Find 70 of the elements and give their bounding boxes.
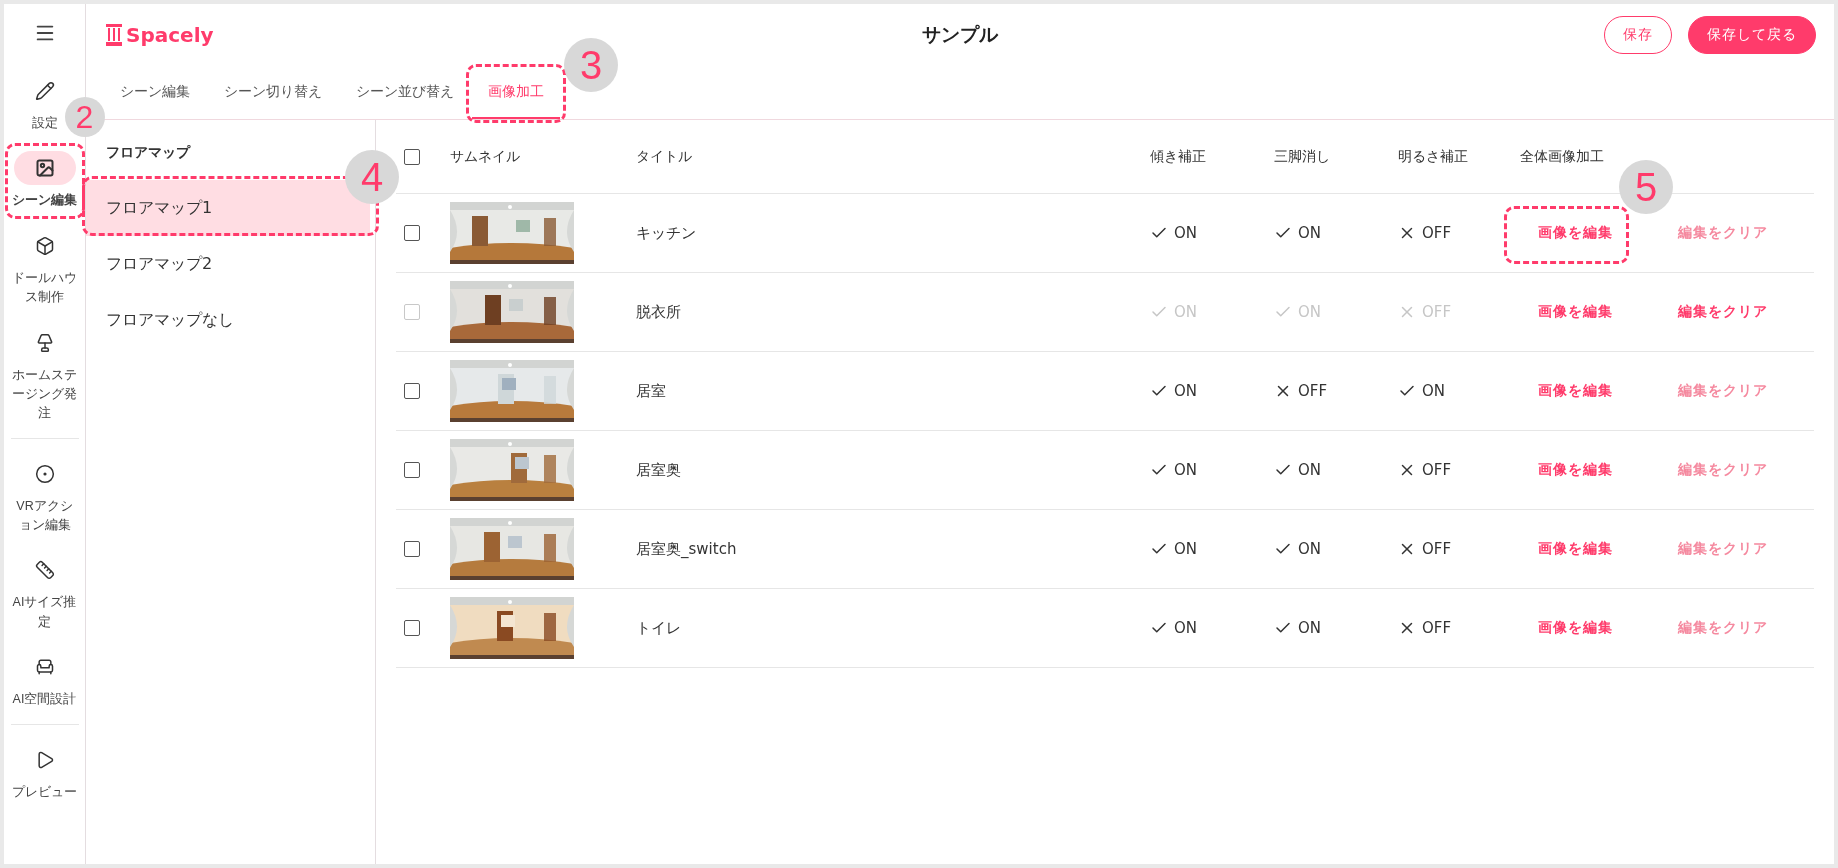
record-icon: [34, 463, 55, 484]
sidebar-item[interactable]: ドールハウス制作: [10, 224, 79, 312]
setting-value: OFF: [1422, 619, 1452, 637]
scene-title: 居室奥_switch: [635, 539, 738, 559]
checkbox[interactable]: [404, 620, 420, 636]
setting-value: ON: [1298, 540, 1322, 558]
setting-value: OFF: [1422, 224, 1452, 242]
edit-image-link[interactable]: 画像を編集: [1538, 378, 1613, 404]
setting-value: ON: [1174, 619, 1198, 637]
setting-value: ON: [1298, 461, 1322, 479]
setting-value: OFF: [1298, 382, 1328, 400]
setting-value: OFF: [1422, 303, 1452, 321]
setting-value: ON: [1174, 382, 1198, 400]
setting-value: ON: [1174, 540, 1198, 558]
setting-value: ON: [1298, 619, 1322, 637]
tab[interactable]: シーン並び替え: [340, 66, 470, 119]
tab[interactable]: シーン編集: [104, 66, 206, 119]
setting-value: ON: [1422, 382, 1446, 400]
column-header: 傾き補正: [1150, 147, 1207, 166]
sidebar-item[interactable]: AIサイズ推定: [10, 549, 79, 637]
setting-value: OFF: [1422, 461, 1452, 479]
column-header: 全体画像加工: [1520, 147, 1605, 166]
pencil-icon: [34, 81, 55, 101]
setting-value: ON: [1174, 224, 1198, 242]
checkbox[interactable]: [404, 462, 420, 478]
edit-image-link[interactable]: 画像を編集: [1538, 220, 1613, 246]
column-header: タイトル: [635, 147, 693, 166]
floor-map-item[interactable]: フロアマップ2: [86, 236, 370, 292]
setting-value: ON: [1174, 461, 1198, 479]
column-header: 明るさ補正: [1398, 147, 1469, 166]
column-header: 三脚消し: [1274, 147, 1331, 166]
column-header: サムネイル: [450, 147, 521, 166]
step-number: 5: [1619, 160, 1673, 214]
panel-heading: フロアマップ: [106, 144, 190, 162]
checkbox[interactable]: [404, 383, 420, 399]
setting-value: OFF: [1422, 540, 1452, 558]
scene-title: 脱衣所: [635, 302, 682, 322]
floor-map-item[interactable]: フロアマップなし: [86, 292, 370, 348]
setting-value: ON: [1298, 224, 1322, 242]
save-button[interactable]: 保存: [1604, 16, 1672, 54]
sidebar-item[interactable]: シーン編集: [12, 147, 77, 215]
scene-title: キッチン: [635, 223, 697, 243]
edit-image-link[interactable]: 画像を編集: [1538, 457, 1613, 483]
scene-title: トイレ: [635, 618, 682, 638]
checkbox[interactable]: [404, 541, 420, 557]
sidebar-item[interactable]: ホームステージング発注: [10, 321, 79, 428]
tab[interactable]: 画像加工: [472, 66, 560, 119]
step-number: 2: [64, 97, 105, 138]
ruler-icon: [34, 560, 55, 581]
pillar-icon: [106, 24, 122, 46]
image-icon: [34, 158, 55, 179]
sidebar-item[interactable]: VRアクション編集: [10, 452, 79, 540]
edit-image-link[interactable]: 画像を編集: [1538, 615, 1613, 641]
sidebar-item[interactable]: 設定: [27, 70, 62, 138]
step-number: 4: [345, 150, 399, 204]
checkbox[interactable]: [404, 148, 420, 165]
setting-value: ON: [1298, 303, 1322, 321]
cube-icon: [34, 235, 55, 256]
step-number: 3: [564, 38, 618, 92]
edit-image-link[interactable]: 画像を編集: [1538, 536, 1613, 562]
logo: Spacely: [126, 23, 214, 47]
scene-title: 居室: [635, 381, 667, 401]
sidebar-item[interactable]: プレビュー: [12, 738, 77, 806]
page-title: サンプル: [922, 22, 998, 47]
sidebar-item[interactable]: AI空間設計: [12, 646, 77, 714]
save-and-back-button[interactable]: 保存して戻る: [1688, 16, 1816, 54]
checkbox[interactable]: [404, 225, 420, 241]
tab[interactable]: シーン切り替え: [208, 66, 338, 119]
scene-title: 居室奥: [635, 460, 682, 480]
setting-value: ON: [1174, 303, 1198, 321]
